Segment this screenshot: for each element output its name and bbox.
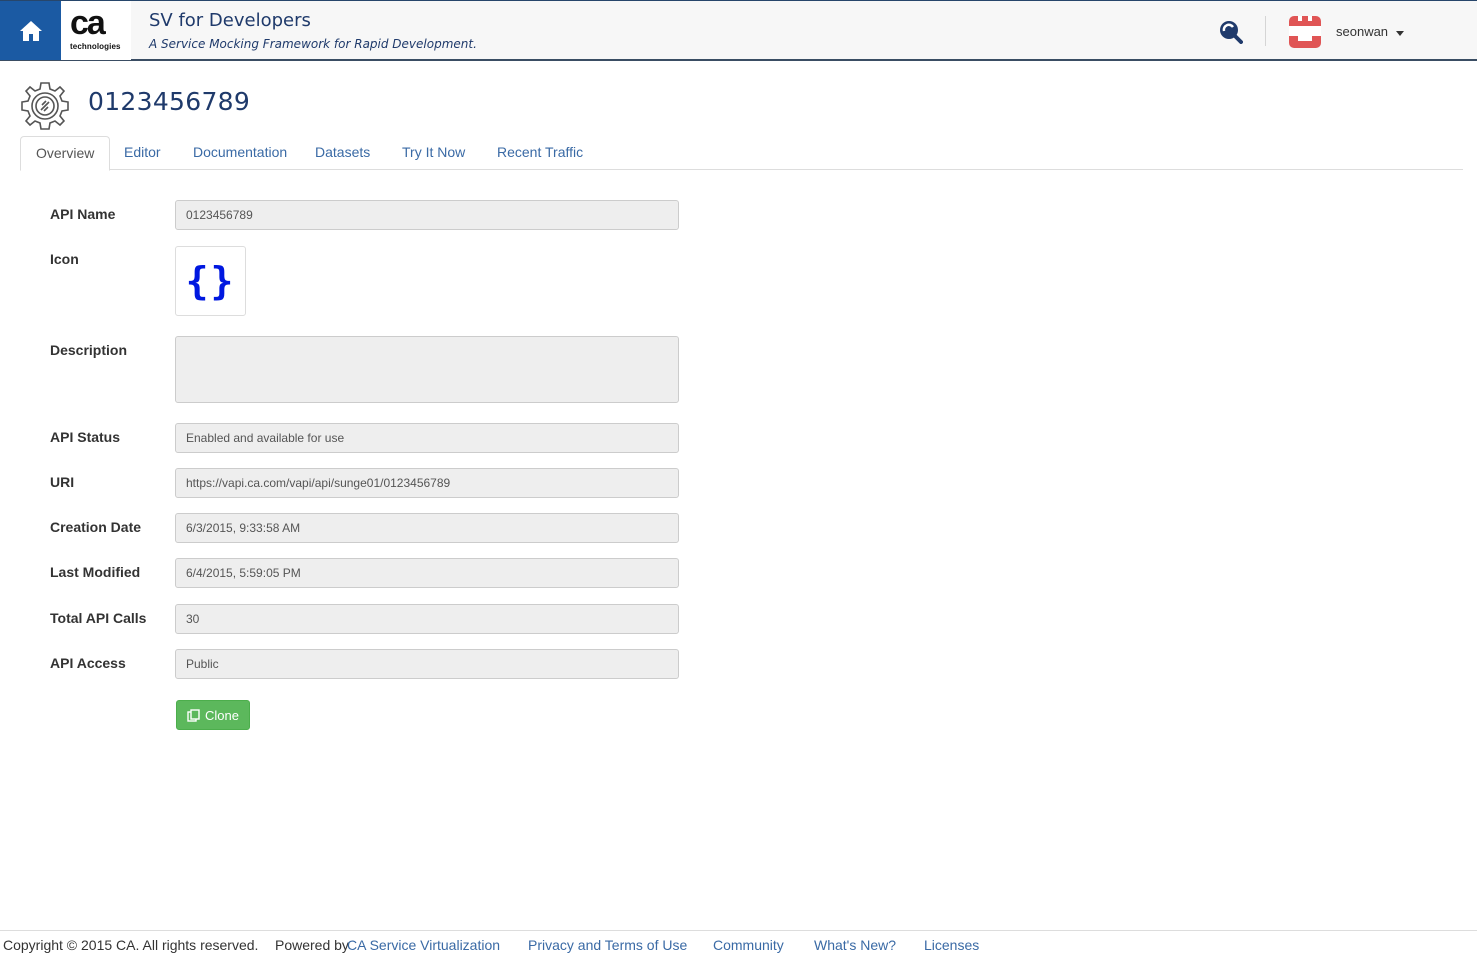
tab-overview[interactable]: Overview bbox=[20, 136, 111, 171]
licenses-link[interactable]: Licenses bbox=[924, 937, 979, 953]
whats-new-link[interactable]: What's New? bbox=[814, 937, 896, 953]
tab-documentation[interactable]: Documentation bbox=[178, 136, 302, 170]
privacy-link[interactable]: Privacy and Terms of Use bbox=[528, 937, 687, 953]
top-header: ca technologies SV for Developers A Serv… bbox=[0, 0, 1477, 61]
creation-date-label: Creation Date bbox=[50, 519, 142, 535]
community-link[interactable]: Community bbox=[713, 937, 784, 953]
header-divider bbox=[1265, 16, 1266, 46]
powered-by-link[interactable]: CA Service Virtualization bbox=[347, 937, 500, 953]
logo-subtext: technologies bbox=[70, 42, 121, 51]
page-title: 0123456789 bbox=[88, 87, 251, 116]
uri-field[interactable]: https://vapi.ca.com/vapi/api/sunge01/012… bbox=[175, 468, 679, 498]
user-avatar[interactable] bbox=[1286, 13, 1324, 51]
api-status-field[interactable]: Enabled and available for use bbox=[175, 423, 679, 453]
api-access-field[interactable]: Public bbox=[175, 649, 679, 679]
braces-icon: {} bbox=[185, 259, 236, 303]
ca-logo[interactable]: ca technologies bbox=[61, 1, 131, 60]
chevron-down-icon[interactable] bbox=[1396, 31, 1404, 36]
tab-datasets[interactable]: Datasets bbox=[300, 136, 385, 170]
logo-text: ca bbox=[70, 4, 106, 42]
api-name-field[interactable]: 0123456789 bbox=[175, 200, 679, 230]
tab-try-it-now[interactable]: Try It Now bbox=[387, 136, 480, 170]
home-button[interactable] bbox=[0, 1, 61, 60]
description-field[interactable] bbox=[175, 336, 679, 403]
tab-bar: Overview Editor Documentation Datasets T… bbox=[20, 136, 1463, 171]
clone-button-label: Clone bbox=[205, 707, 239, 723]
total-api-calls-label: Total API Calls bbox=[50, 610, 147, 626]
api-name-label: API Name bbox=[50, 206, 116, 222]
api-icon-picker[interactable]: {} bbox=[175, 246, 246, 316]
app-title: SV for Developers bbox=[149, 10, 311, 31]
uri-label: URI bbox=[50, 474, 75, 490]
total-api-calls-field[interactable]: 30 bbox=[175, 604, 679, 634]
creation-date-field[interactable]: 6/3/2015, 9:33:58 AM bbox=[175, 513, 679, 543]
search-icon bbox=[1220, 21, 1243, 44]
avatar-icon bbox=[1289, 16, 1321, 48]
last-modified-label: Last Modified bbox=[50, 564, 141, 580]
gear-icon bbox=[19, 80, 71, 132]
description-label: Description bbox=[50, 342, 128, 358]
search-button[interactable] bbox=[1217, 18, 1243, 44]
footer: Copyright © 2015 CA. All rights reserved… bbox=[0, 930, 1477, 956]
copy-icon bbox=[187, 708, 200, 722]
icon-label: Icon bbox=[50, 251, 79, 267]
api-access-label: API Access bbox=[50, 655, 126, 671]
app-subtitle: A Service Mocking Framework for Rapid De… bbox=[149, 37, 477, 51]
powered-by-text: Powered by bbox=[275, 937, 349, 953]
home-icon bbox=[19, 20, 42, 41]
tab-editor[interactable]: Editor bbox=[109, 136, 176, 170]
api-status-label: API Status bbox=[50, 429, 121, 445]
last-modified-field[interactable]: 6/4/2015, 5:59:05 PM bbox=[175, 558, 679, 588]
copyright-text: Copyright © 2015 CA. All rights reserved… bbox=[3, 937, 259, 953]
clone-button[interactable]: Clone bbox=[176, 700, 250, 730]
tab-recent-traffic[interactable]: Recent Traffic bbox=[482, 136, 598, 170]
username[interactable]: seonwan bbox=[1336, 24, 1388, 39]
